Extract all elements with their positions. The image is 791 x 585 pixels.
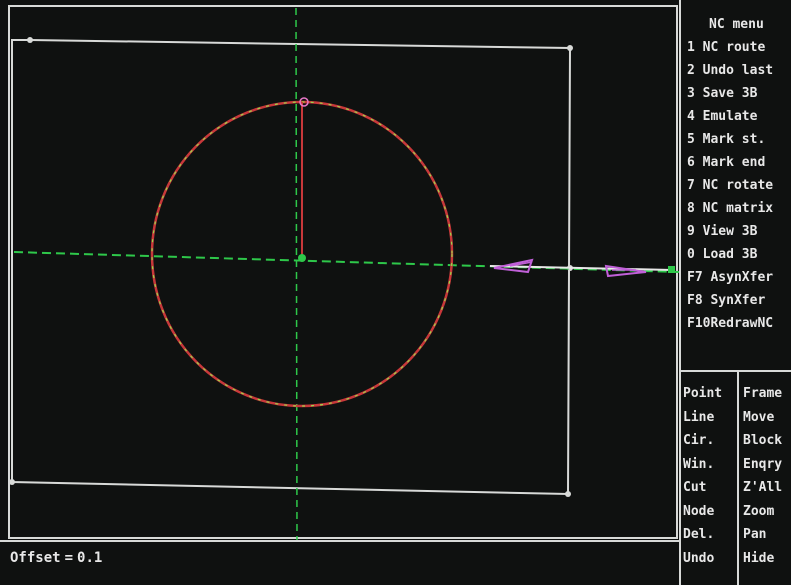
command-column-right: Frame Move Block Enqry Z'All Zoom Pan Hi…	[743, 382, 782, 570]
cmd-undo[interactable]: Undo	[683, 547, 722, 571]
cmd-window[interactable]: Win.	[683, 453, 722, 477]
cmd-circle[interactable]: Cir.	[683, 429, 722, 453]
drawing-canvas[interactable]	[0, 0, 791, 585]
x-axis-line	[13, 251, 679, 273]
menu-item-emulate[interactable]: 4 Emulate	[687, 105, 791, 128]
menu-item-nc-rotate[interactable]: 7 NC rotate	[687, 174, 791, 197]
offset-equals: =	[64, 550, 74, 566]
frame-corner-br	[565, 491, 571, 497]
offset-value[interactable]: 0.1	[77, 550, 102, 566]
cmd-enquiry[interactable]: Enqry	[743, 453, 782, 477]
menu-item-mark-start[interactable]: 5 Mark st.	[687, 128, 791, 151]
cmd-hide[interactable]: Hide	[743, 547, 782, 571]
command-divider	[737, 372, 739, 585]
command-column-left: Point Line Cir. Win. Cut Node Del. Undo	[683, 382, 722, 570]
cmd-line[interactable]: Line	[683, 406, 722, 430]
cmd-pan[interactable]: Pan	[743, 523, 782, 547]
cmd-move[interactable]: Move	[743, 406, 782, 430]
menu-item-undo-last[interactable]: 2 Undo last	[687, 59, 791, 82]
frame-corner-tl	[27, 37, 33, 43]
menu-item-load-3b[interactable]: 0 Load 3B	[687, 243, 791, 266]
menu-item-view-3b[interactable]: 9 View 3B	[687, 220, 791, 243]
menu-item-save-3b[interactable]: 3 Save 3B	[687, 82, 791, 105]
drawing-svg	[8, 5, 679, 540]
menu-item-nc-matrix[interactable]: 8 NC matrix	[687, 197, 791, 220]
status-bar: Offset = 0.1	[0, 540, 679, 585]
offset-label: Offset	[10, 550, 61, 566]
cmd-node[interactable]: Node	[683, 500, 722, 524]
cmd-zoom[interactable]: Zoom	[743, 500, 782, 524]
endpoint-marker-icon	[668, 266, 675, 273]
menu-item-nc-route[interactable]: 1 NC route	[687, 36, 791, 59]
frame-corner-bl	[9, 479, 15, 485]
cmd-block[interactable]: Block	[743, 429, 782, 453]
menu-item-syn-xfer[interactable]: F8 SynXfer	[687, 289, 791, 312]
menu-item-asyn-xfer[interactable]: F7 AsynXfer	[687, 266, 791, 289]
y-axis-line	[295, 7, 298, 540]
command-panel: Point Line Cir. Win. Cut Node Del. Undo …	[679, 370, 791, 585]
work-frame	[11, 39, 572, 496]
cmd-cut[interactable]: Cut	[683, 476, 722, 500]
cmd-frame[interactable]: Frame	[743, 382, 782, 406]
menu-item-redraw-nc[interactable]: F10RedrawNC	[687, 312, 791, 335]
nc-menu-panel: NC menu 1 NC route 2 Undo last 3 Save 3B…	[679, 0, 791, 370]
direction-arrow-right-icon	[604, 264, 647, 278]
menu-item-mark-end[interactable]: 6 Mark end	[687, 151, 791, 174]
frame-corner-tr	[567, 45, 573, 51]
center-point-icon	[298, 254, 306, 262]
cmd-zoom-all[interactable]: Z'All	[743, 476, 782, 500]
viewport-border	[8, 5, 678, 539]
cmd-point[interactable]: Point	[683, 382, 722, 406]
cad-screen: NC menu 1 NC route 2 Undo last 3 Save 3B…	[0, 0, 791, 585]
cmd-delete[interactable]: Del.	[683, 523, 722, 547]
nc-menu-title: NC menu	[709, 17, 764, 32]
